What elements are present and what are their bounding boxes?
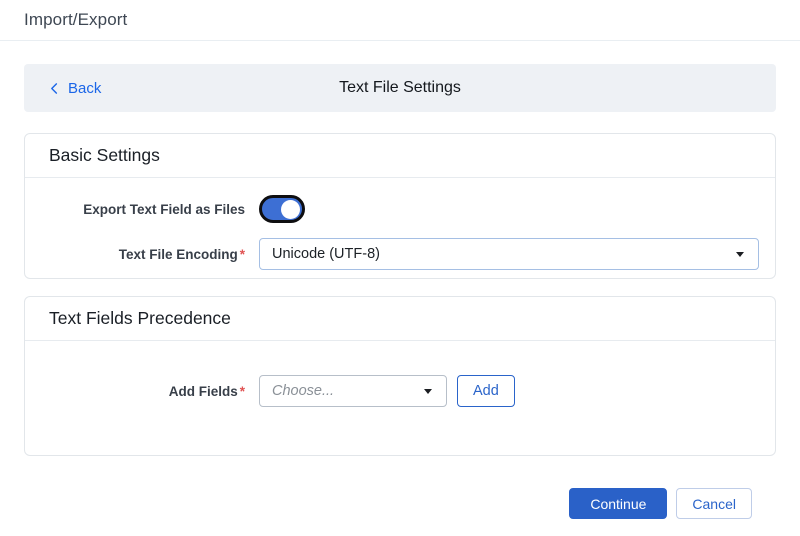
page-header: Import/Export xyxy=(0,0,800,41)
encoding-row: Text File Encoding * Unicode (UTF-8) xyxy=(49,238,759,270)
basic-settings-card-body: Export Text Field as Files Text File Enc… xyxy=(25,178,775,278)
content: Back Text File Settings Basic Settings E… xyxy=(24,64,776,519)
chevron-left-icon xyxy=(48,82,61,95)
back-label: Back xyxy=(68,79,102,97)
encoding-select-value: Unicode (UTF-8) xyxy=(272,246,380,262)
encoding-select[interactable]: Unicode (UTF-8) xyxy=(259,238,759,270)
basic-settings-card: Basic Settings Export Text Field as File… xyxy=(24,133,776,279)
basic-settings-card-header: Basic Settings xyxy=(25,134,775,178)
add-fields-label: Add Fields * xyxy=(168,383,245,399)
precedence-card-body: Add Fields * Choose... Add xyxy=(25,341,775,455)
back-button[interactable]: Back xyxy=(48,64,101,112)
precedence-heading: Text Fields Precedence xyxy=(49,308,231,328)
export-text-label: Export Text Field as Files xyxy=(83,201,245,217)
basic-settings-heading: Basic Settings xyxy=(49,145,160,165)
continue-button[interactable]: Continue xyxy=(569,488,668,519)
encoding-label: Text File Encoding * xyxy=(118,246,245,262)
required-asterisk: * xyxy=(239,246,245,262)
caret-down-icon xyxy=(736,251,744,257)
add-fields-select-placeholder: Choose... xyxy=(272,383,335,399)
add-button[interactable]: Add xyxy=(457,375,515,407)
cancel-button[interactable]: Cancel xyxy=(676,488,752,519)
required-asterisk: * xyxy=(239,383,245,399)
caret-down-icon xyxy=(424,388,432,394)
toggle-knob xyxy=(281,199,300,219)
precedence-card-header: Text Fields Precedence xyxy=(25,297,775,341)
page-title: Import/Export xyxy=(24,10,128,29)
text-fields-precedence-card: Text Fields Precedence Add Fields * Choos… xyxy=(24,296,776,456)
toolbar-title: Text File Settings xyxy=(339,79,461,96)
toolbar: Back Text File Settings xyxy=(24,64,776,112)
add-fields-select[interactable]: Choose... xyxy=(259,375,447,407)
export-text-row: Export Text Field as Files xyxy=(49,195,759,223)
export-text-toggle[interactable] xyxy=(259,195,305,223)
add-fields-row: Add Fields * Choose... Add xyxy=(49,375,759,407)
footer-actions: Continue Cancel xyxy=(24,488,752,519)
